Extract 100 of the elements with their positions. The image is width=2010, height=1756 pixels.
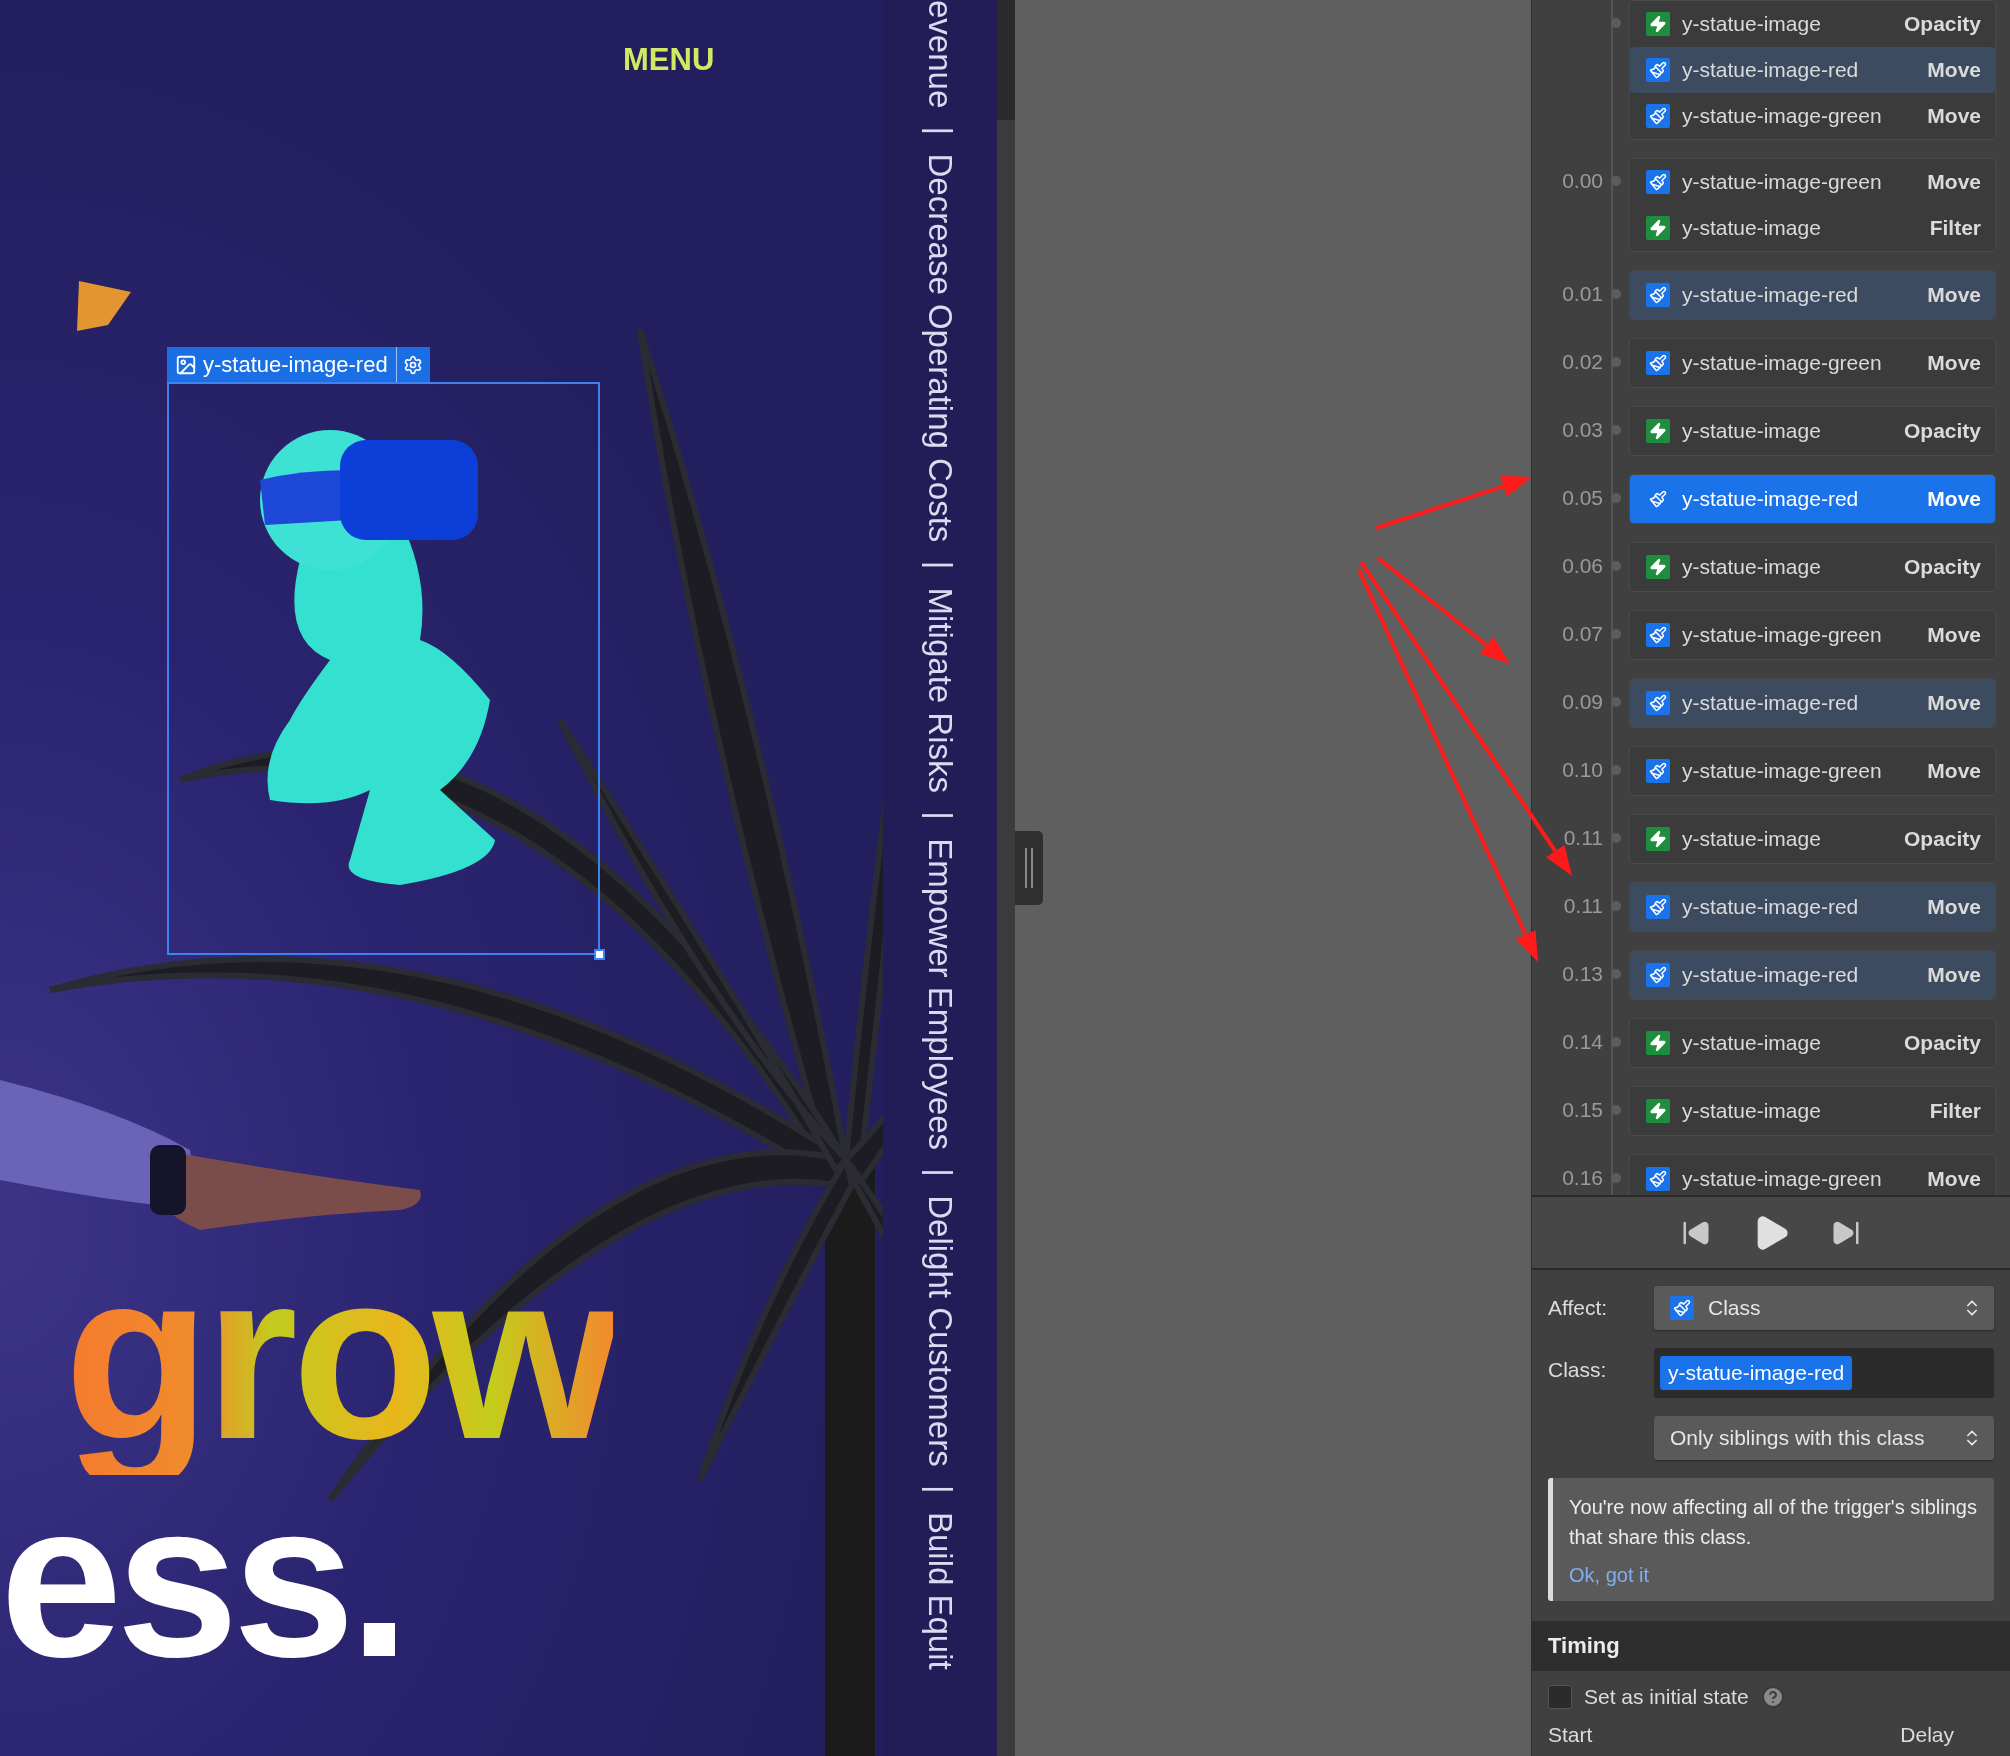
step-target: y-statue-image-green bbox=[1682, 1167, 1883, 1191]
step-action: Opacity bbox=[1903, 555, 1981, 579]
step-action: Move bbox=[1927, 895, 1981, 919]
step-time: 0.00 bbox=[1562, 169, 1603, 193]
animation-step[interactable]: y-statue-image Opacity bbox=[1630, 543, 1995, 591]
brush-icon bbox=[1670, 1296, 1694, 1320]
brush-icon bbox=[1646, 895, 1670, 919]
animation-step[interactable]: y-statue-image-green Move bbox=[1630, 1155, 1995, 1195]
step-target: y-statue-image bbox=[1682, 827, 1822, 851]
brush-icon bbox=[1646, 759, 1670, 783]
timeline-dot bbox=[1611, 561, 1621, 571]
step-action: Move bbox=[1927, 759, 1981, 783]
step-action: Move bbox=[1927, 487, 1981, 511]
animation-step[interactable]: y-statue-image-red Move bbox=[1630, 679, 1995, 727]
timeline-dot bbox=[1611, 176, 1621, 186]
step-time: 0.01 bbox=[1562, 282, 1603, 306]
lightning-icon bbox=[1646, 1031, 1670, 1055]
step-target: y-statue-image bbox=[1682, 1099, 1822, 1123]
step-target: y-statue-image-red bbox=[1682, 283, 1860, 307]
lightning-icon bbox=[1646, 827, 1670, 851]
field-label: Delay bbox=[1900, 1723, 1954, 1747]
timeline-dot bbox=[1611, 357, 1621, 367]
animation-step[interactable]: y-statue-image-red Move bbox=[1630, 951, 1995, 999]
step-action: Opacity bbox=[1903, 827, 1981, 851]
step-action: Move bbox=[1927, 1167, 1981, 1191]
step-time: 0.03 bbox=[1562, 418, 1603, 442]
step-target: y-statue-image bbox=[1682, 555, 1822, 579]
brush-icon bbox=[1646, 104, 1670, 128]
step-time: 0.15 bbox=[1562, 1098, 1603, 1122]
checkbox-label: Set as initial state bbox=[1584, 1685, 1749, 1709]
step-target: y-statue-image-green bbox=[1682, 623, 1883, 647]
animation-step[interactable]: y-statue-image Opacity bbox=[1630, 815, 1995, 863]
step-target: y-statue-image bbox=[1682, 419, 1822, 443]
animation-step[interactable]: y-statue-image-green Move bbox=[1630, 747, 1995, 795]
step-action: Filter bbox=[1929, 1099, 1981, 1123]
animation-step[interactable]: y-statue-image-green Move bbox=[1630, 611, 1995, 659]
brush-icon bbox=[1646, 170, 1670, 194]
step-action: Move bbox=[1927, 170, 1981, 194]
timeline-dot bbox=[1611, 969, 1621, 979]
animation-step[interactable]: y-statue-image Filter bbox=[1630, 205, 1995, 251]
scrollbar-thumb[interactable] bbox=[997, 0, 1015, 120]
step-time: 0.05 bbox=[1562, 486, 1603, 510]
section-header: Timing bbox=[1532, 1621, 2010, 1671]
affect-select[interactable]: Class bbox=[1654, 1286, 1994, 1330]
brush-icon bbox=[1646, 283, 1670, 307]
field-label: Affect: bbox=[1548, 1296, 1609, 1320]
brush-icon bbox=[1646, 1167, 1670, 1191]
selected-element-tag[interactable]: y-statue-image-red bbox=[167, 347, 430, 382]
animation-step[interactable]: y-statue-image-red Move bbox=[1630, 47, 1995, 93]
animation-step[interactable]: y-statue-image Opacity bbox=[1630, 1019, 1995, 1067]
step-action: Move bbox=[1927, 104, 1981, 128]
timeline-dot bbox=[1611, 833, 1621, 843]
checkbox[interactable] bbox=[1548, 1685, 1572, 1709]
class-chip[interactable]: y-statue-image-red bbox=[1660, 1356, 1853, 1390]
animation-step[interactable]: y-statue-image-green Move bbox=[1630, 93, 1995, 139]
element-name: y-statue-image-red bbox=[202, 351, 389, 378]
animation-step[interactable]: y-statue-image Opacity bbox=[1630, 1, 1995, 47]
timeline-dot bbox=[1611, 901, 1621, 911]
field-label: Class: bbox=[1548, 1357, 1608, 1382]
diamond-shape-drawing bbox=[77, 281, 131, 331]
class-field[interactable]: y-statue-image-red bbox=[1654, 1348, 1994, 1398]
step-target: y-statue-image-red bbox=[1682, 487, 1860, 511]
timeline-dot bbox=[1611, 289, 1621, 299]
step-action: Move bbox=[1927, 623, 1981, 647]
step-action: Move bbox=[1927, 691, 1981, 715]
menu-link[interactable]: MENU bbox=[623, 42, 715, 78]
animation-step[interactable]: y-statue-image-red Move bbox=[1630, 475, 1995, 523]
scope-select[interactable]: Only siblings with this class bbox=[1654, 1416, 1994, 1460]
step-target: y-statue-image-red bbox=[1682, 691, 1860, 715]
brush-icon bbox=[1646, 963, 1670, 987]
timeline-dot bbox=[1611, 697, 1621, 707]
step-target: y-statue-image-red bbox=[1682, 963, 1860, 987]
step-target: y-statue-image bbox=[1682, 1031, 1822, 1055]
step-action: Opacity bbox=[1903, 1031, 1981, 1055]
animation-step[interactable]: y-statue-image-red Move bbox=[1630, 271, 1995, 319]
field-label: Start bbox=[1548, 1723, 1593, 1747]
timeline-dot bbox=[1611, 1105, 1621, 1115]
lightning-icon bbox=[1646, 12, 1670, 36]
step-time: 0.10 bbox=[1562, 758, 1603, 782]
animation-step[interactable]: y-statue-image Opacity bbox=[1630, 407, 1995, 455]
timeline-dot bbox=[1611, 1173, 1621, 1183]
step-action: Move bbox=[1927, 283, 1981, 307]
timeline-dot bbox=[1611, 493, 1621, 503]
animation-step[interactable]: y-statue-image-red Move bbox=[1630, 883, 1995, 931]
animation-step[interactable]: y-statue-image-green Move bbox=[1630, 339, 1995, 387]
step-time: 0.14 bbox=[1562, 1030, 1603, 1054]
resize-handle[interactable] bbox=[594, 949, 605, 960]
timeline-dot bbox=[1611, 425, 1621, 435]
step-target: y-statue-image bbox=[1682, 216, 1822, 240]
animation-step[interactable]: y-statue-image-green Move bbox=[1630, 159, 1995, 205]
step-time: 0.11 bbox=[1563, 826, 1603, 850]
panel-resize-handle[interactable] bbox=[1015, 831, 1043, 905]
timeline-dot bbox=[1611, 765, 1621, 775]
step-time: 0.09 bbox=[1562, 690, 1603, 714]
animation-step[interactable]: y-statue-image Filter bbox=[1630, 1087, 1995, 1135]
lightning-icon bbox=[1646, 1099, 1670, 1123]
brush-icon bbox=[1646, 58, 1670, 82]
step-time: 0.11 bbox=[1563, 894, 1603, 918]
brush-icon bbox=[1646, 623, 1670, 647]
step-time: 0.02 bbox=[1562, 350, 1603, 374]
